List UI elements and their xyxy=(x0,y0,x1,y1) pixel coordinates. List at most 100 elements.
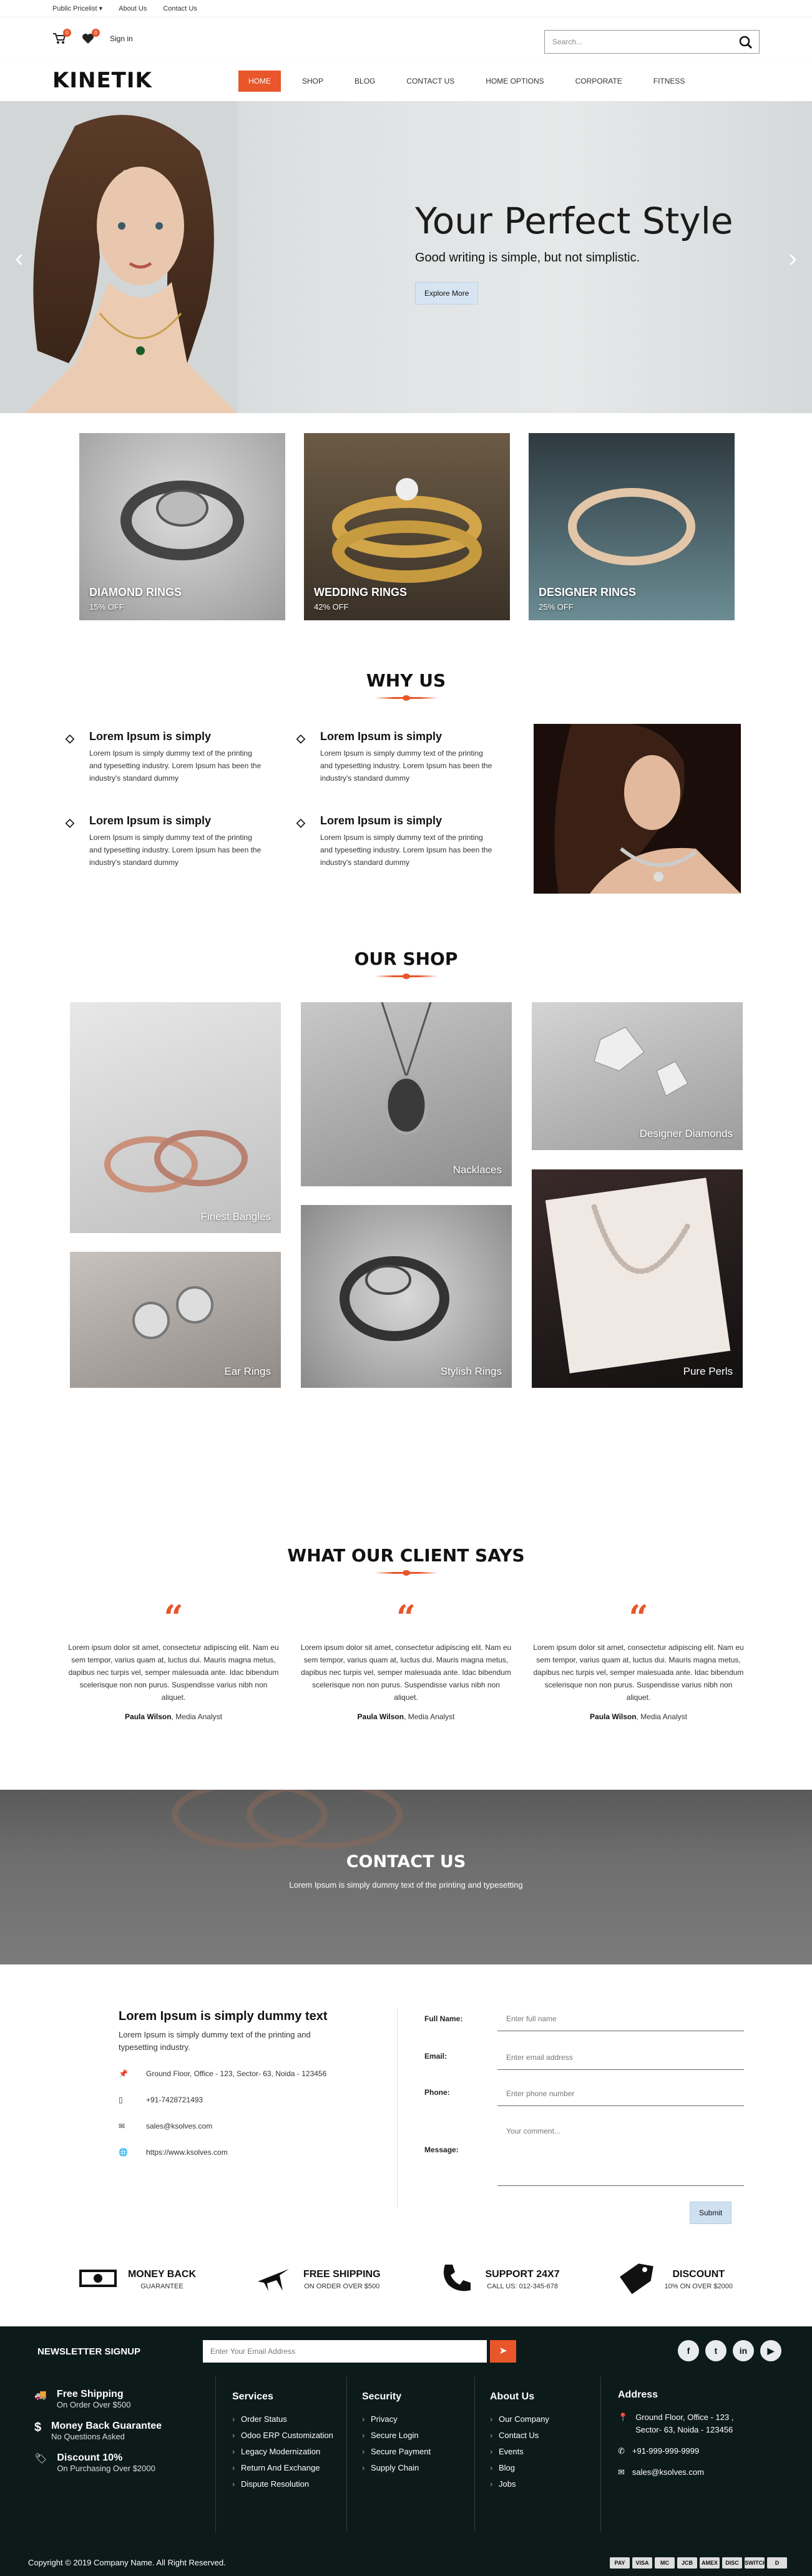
sign-in-link[interactable]: Sign in xyxy=(110,34,133,43)
about-us-link[interactable]: About Us xyxy=(119,5,147,12)
divider xyxy=(600,2376,601,2532)
services-link[interactable]: Order Status xyxy=(232,2411,338,2427)
cart-icon[interactable]: 0 xyxy=(52,29,71,45)
hero-slider: ‹ › Your Perfect Style Good writing is s… xyxy=(0,101,812,413)
testimonials-section: WHAT OUR CLIENT SAYS “ Lorem ipsum dolor… xyxy=(0,1545,812,1721)
security-link[interactable]: Supply Chain xyxy=(362,2460,431,2476)
shop-item[interactable]: Nacklaces xyxy=(301,1002,512,1186)
email-field[interactable]: Enter email address xyxy=(497,2053,744,2070)
category-card[interactable]: DIAMOND RINGS 15% OFF xyxy=(79,433,285,620)
address-email[interactable]: sales@ksolves.com xyxy=(632,2466,704,2479)
why-item-text: Lorem Ipsum is simply dummy text of the … xyxy=(320,833,492,867)
category-card[interactable]: WEDDING RINGS 42% OFF xyxy=(304,433,510,620)
services-link[interactable]: Odoo ERP Customization xyxy=(232,2430,338,2441)
footer-address: Address 📍 Ground Floor, Office - 123 , Se… xyxy=(618,2389,754,2487)
services-link[interactable]: Legacy Modernization xyxy=(232,2444,338,2460)
perk-title: Free Shipping xyxy=(56,2389,124,2399)
phone-field[interactable]: Enter phone number xyxy=(497,2089,744,2106)
twitter-icon[interactable]: t xyxy=(705,2340,726,2361)
tag-icon xyxy=(619,2261,653,2299)
perk-title: Discount 10% xyxy=(57,2452,123,2463)
nav-home[interactable]: HOME xyxy=(238,71,281,92)
top-bar: Public Pricelist ▾ About Us Contact Us xyxy=(0,0,812,17)
testimonial-author: Paula Wilson xyxy=(357,1712,404,1721)
hero-subtitle: Good writing is simple, but not simplist… xyxy=(415,251,640,265)
nav-contact-us[interactable]: CONTACT US xyxy=(396,71,464,92)
phone-icon: ✆ xyxy=(618,2446,625,2456)
our-shop-section: OUR SHOP Finest Bangles Nacklaces Design… xyxy=(0,949,812,1489)
security-link[interactable]: Secure Payment xyxy=(362,2444,431,2460)
footer: NEWSLETTER SIGNUP Enter Your Email Addre… xyxy=(0,2326,812,2576)
security-title: Security xyxy=(362,2391,402,2402)
nav-blog[interactable]: BLOG xyxy=(345,71,385,92)
divider xyxy=(215,2376,216,2532)
youtube-icon[interactable]: ▶ xyxy=(760,2340,781,2361)
email-label: Email: xyxy=(424,2052,448,2061)
submit-button[interactable]: Submit xyxy=(690,2202,732,2224)
services-link[interactable]: Return And Exchange xyxy=(232,2460,338,2476)
tag-icon: 🏷 xyxy=(34,2454,47,2464)
divider xyxy=(474,2376,475,2532)
facebook-icon[interactable]: f xyxy=(678,2340,699,2361)
security-link[interactable]: Privacy xyxy=(362,2411,431,2427)
nav-corporate[interactable]: CORPORATE xyxy=(565,71,632,92)
about-link[interactable]: Blog xyxy=(490,2460,549,2476)
newsletter-send-button[interactable]: ➤ xyxy=(490,2340,516,2363)
testimonial-role: , Media Analyst xyxy=(404,1712,455,1721)
full-name-field[interactable]: Enter full name xyxy=(497,2014,744,2031)
nav-home-options[interactable]: HOME OPTIONS xyxy=(476,71,554,92)
nav-fitness[interactable]: FITNESS xyxy=(643,71,695,92)
shop-item[interactable]: Ear Rings xyxy=(70,1252,281,1388)
contact-us-link[interactable]: Contact Us xyxy=(163,5,197,12)
newsletter-email-input[interactable]: Enter Your Email Address xyxy=(203,2340,487,2363)
footer-about: About Us Our Company Contact Us Events B… xyxy=(490,2389,549,2492)
testimonial-role: , Media Analyst xyxy=(636,1712,687,1721)
feature-sub: CALL US: 012-345-678 xyxy=(487,2283,559,2290)
shop-item[interactable]: Pure Perls xyxy=(532,1169,743,1388)
contact-section: Lorem Ipsum is simply dummy text Lorem I… xyxy=(0,1964,812,2233)
about-link[interactable]: Events xyxy=(490,2444,549,2460)
about-link[interactable]: Our Company xyxy=(490,2411,549,2427)
footer-security: Security Privacy Secure Login Secure Pay… xyxy=(362,2389,431,2476)
wishlist-heart-icon[interactable]: 0 xyxy=(81,29,100,45)
title-divider xyxy=(374,973,438,979)
contact-email[interactable]: sales@ksolves.com xyxy=(146,2120,212,2132)
testimonial-text: Lorem ipsum dolor sit amet, consectetur … xyxy=(300,1643,512,1702)
cart-count-badge: 0 xyxy=(63,29,71,37)
payment-icon: VISA xyxy=(632,2557,652,2569)
testimonial-role: , Media Analyst xyxy=(171,1712,222,1721)
wishlist-count-badge: 0 xyxy=(92,29,100,37)
contact-website[interactable]: https://www.ksolves.com xyxy=(146,2146,228,2159)
feature-sub: 10% ON OVER $2000 xyxy=(664,2283,733,2290)
nav-shop[interactable]: SHOP xyxy=(292,71,333,92)
message-label: Message: xyxy=(424,2145,459,2154)
shop-item[interactable]: Designer Diamonds xyxy=(532,1002,743,1150)
feature-item: SUPPORT 24X7 CALL US: 012-345-678 xyxy=(439,2261,560,2299)
category-card[interactable]: DESIGNER RINGS 25% OFF xyxy=(529,433,735,620)
shop-item[interactable]: Stylish Rings xyxy=(301,1205,512,1388)
hero-next-arrow[interactable]: › xyxy=(789,245,797,273)
contact-banner: CONTACT US Lorem Ipsum is simply dummy t… xyxy=(0,1790,812,1964)
shop-item[interactable]: Finest Bangles xyxy=(70,1002,281,1233)
why-item-text: Lorem Ipsum is simply dummy text of the … xyxy=(320,749,492,783)
search-input[interactable]: Search... xyxy=(544,30,760,54)
payment-icon: AMEX xyxy=(700,2557,720,2569)
contact-text: Lorem Ipsum is simply dummy text of the … xyxy=(119,2030,311,2052)
pricelist-dropdown[interactable]: Public Pricelist ▾ xyxy=(52,4,102,12)
linkedin-icon[interactable]: in xyxy=(733,2340,754,2361)
search-icon[interactable] xyxy=(739,36,753,51)
shop-item-label: Pure Perls xyxy=(683,1365,733,1377)
hero-prev-arrow[interactable]: ‹ xyxy=(15,245,23,273)
message-field[interactable]: Your comment... xyxy=(497,2127,744,2186)
shop-item-label: Nacklaces xyxy=(452,1164,502,1176)
testimonial-card: “ Lorem ipsum dolor sit amet, consectetu… xyxy=(300,1599,512,1721)
brand-logo[interactable]: KINETIK xyxy=(52,68,152,93)
why-us-title: WHY US xyxy=(366,670,446,691)
about-link[interactable]: Jobs xyxy=(490,2476,549,2492)
why-item-heading: Lorem Ipsum is simply xyxy=(320,814,443,827)
security-link[interactable]: Secure Login xyxy=(362,2427,431,2444)
services-link[interactable]: Dispute Resolution xyxy=(232,2476,338,2492)
explore-more-button[interactable]: Explore More xyxy=(415,282,479,305)
about-link[interactable]: Contact Us xyxy=(490,2427,549,2444)
payment-icon: SWITCH xyxy=(745,2557,767,2569)
